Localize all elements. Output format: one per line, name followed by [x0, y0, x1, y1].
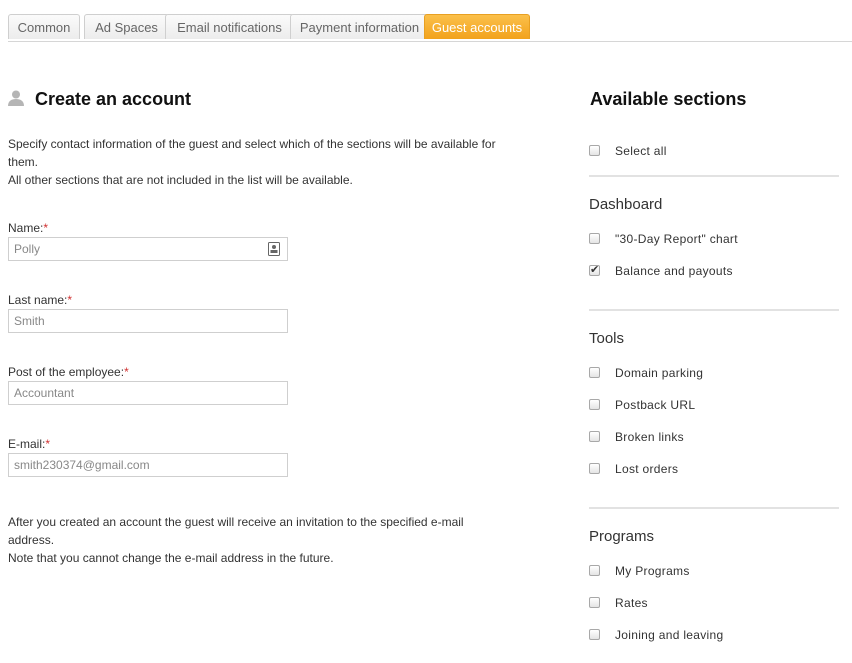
checkbox-postback-url[interactable]	[589, 399, 600, 410]
checkbox-joining-leaving[interactable]	[589, 629, 600, 640]
checkbox-label: Domain parking	[615, 366, 704, 380]
checkbox-label: My Programs	[615, 564, 690, 578]
required-mark: *	[45, 437, 51, 451]
divider	[589, 309, 839, 311]
last-name-label-text: Last name:	[8, 293, 68, 307]
name-field[interactable]	[9, 238, 254, 260]
tab-payment-information[interactable]: Payment information	[290, 14, 429, 39]
checkbox-label: Lost orders	[615, 462, 679, 476]
last-name-field[interactable]	[9, 310, 254, 332]
checkbox-label: Postback URL	[615, 398, 696, 412]
select-all-checkbox[interactable]	[589, 145, 600, 156]
email-field-wrapper	[8, 453, 288, 477]
checkbox-lost-orders[interactable]	[589, 463, 600, 474]
checkbox-label: Broken links	[615, 430, 684, 444]
contact-card-icon[interactable]	[268, 242, 280, 256]
checkbox-label: "30-Day Report" chart	[615, 232, 738, 246]
select-all-checkbox-row[interactable]: Select all	[589, 144, 839, 160]
checkbox-my-programs[interactable]	[589, 565, 600, 576]
checkbox-row-30-day-report[interactable]: "30-Day Report" chart	[589, 232, 839, 248]
dashboard-section-title: Dashboard	[589, 196, 663, 213]
checkbox-label: Balance and payouts	[615, 264, 733, 278]
email-label: E-mail:*	[8, 437, 50, 451]
tools-section-title: Tools	[589, 330, 625, 347]
post-label: Post of the employee:*	[8, 365, 129, 379]
checkbox-label: Rates	[615, 596, 648, 610]
required-mark: *	[67, 293, 73, 307]
last-name-label: Last name:*	[8, 293, 72, 307]
post-label-text: Post of the employee:	[8, 365, 125, 379]
checkbox-row-rates[interactable]: Rates	[589, 596, 839, 612]
create-description: Specify contact information of the guest…	[8, 135, 508, 189]
programs-section-title: Programs	[589, 528, 655, 545]
divider	[589, 175, 839, 177]
checkbox-label: Joining and leaving	[615, 628, 724, 642]
checkbox-row-balance-payouts[interactable]: Balance and payouts	[589, 263, 839, 280]
divider	[589, 507, 839, 509]
checkbox-row-lost-orders[interactable]: Lost orders	[589, 462, 839, 478]
tab-common[interactable]: Common	[8, 14, 80, 39]
user-icon	[8, 90, 24, 106]
checkbox-row-broken-links[interactable]: Broken links	[589, 430, 839, 446]
required-mark: *	[124, 365, 129, 379]
note-line: After you created an account the guest w…	[8, 515, 464, 547]
account-note: After you created an account the guest w…	[8, 513, 488, 567]
required-mark: *	[43, 221, 49, 235]
email-field[interactable]	[9, 454, 254, 476]
name-label: Name:*	[8, 221, 48, 235]
description-line: All other sections that are not included…	[8, 173, 353, 187]
checkbox-row-joining-leaving[interactable]: Joining and leaving	[589, 628, 839, 644]
name-field-wrapper	[8, 237, 288, 261]
checkbox-30-day-report[interactable]	[589, 233, 600, 244]
checkbox-balance-payouts[interactable]	[589, 263, 600, 276]
checkbox-domain-parking[interactable]	[589, 367, 600, 378]
tab-ad-spaces[interactable]: Ad Spaces	[84, 14, 169, 39]
checkbox-row-my-programs[interactable]: My Programs	[589, 564, 839, 580]
name-label-text: Name:	[8, 221, 44, 235]
note-line: Note that you cannot change the e-mail a…	[8, 551, 334, 565]
description-line: Specify contact information of the guest…	[8, 137, 496, 169]
checkbox-row-postback-url[interactable]: Postback URL	[589, 398, 839, 414]
select-all-label: Select all	[615, 144, 667, 158]
tab-bar: Common Ad Spaces Email notifications Pay…	[8, 14, 852, 42]
checkbox-broken-links[interactable]	[589, 431, 600, 442]
last-name-field-wrapper	[8, 309, 288, 333]
checkbox-row-domain-parking[interactable]: Domain parking	[589, 366, 839, 382]
email-label-text: E-mail:	[8, 437, 46, 451]
page-title: Create an account	[35, 89, 192, 109]
post-field[interactable]	[9, 382, 254, 404]
tab-email-notifications[interactable]: Email notifications	[165, 14, 294, 39]
tab-guest-accounts[interactable]: Guest accounts	[424, 14, 530, 39]
post-field-wrapper	[8, 381, 288, 405]
checkbox-rates[interactable]	[589, 597, 600, 608]
available-sections-title: Available sections	[590, 89, 747, 109]
